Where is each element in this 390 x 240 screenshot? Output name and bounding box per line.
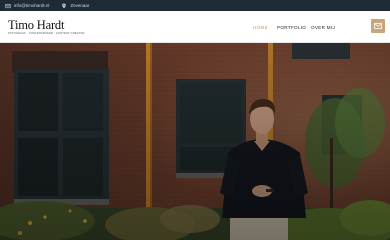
nav-item-over-mij[interactable]: OVER MIJ xyxy=(311,11,335,43)
topbar-email[interactable]: info@timohardt.nl xyxy=(5,3,49,9)
topbar-location: Zevenaar xyxy=(61,2,90,9)
nav-item-portfolio[interactable]: PORTFOLIO xyxy=(277,11,306,43)
top-info-bar: info@timohardt.nl Zevenaar xyxy=(0,0,390,11)
nav-home-label: HOME xyxy=(253,24,268,30)
contact-mail-button[interactable] xyxy=(371,19,385,33)
nav-portfolio-label: PORTFOLIO xyxy=(277,24,307,30)
logo-tagline: FOTOGRAAF · CONTENTMAKER · CONTENT CREAT… xyxy=(8,32,85,35)
map-pin-icon xyxy=(62,2,67,8)
nav-item-home[interactable]: HOME xyxy=(253,11,268,43)
hero-image xyxy=(0,43,390,240)
site-header: Timo Hardt FOTOGRAAF · CONTENTMAKER · CO… xyxy=(0,11,390,43)
topbar-email-text: info@timohardt.nl xyxy=(14,3,50,8)
site-logo[interactable]: Timo Hardt FOTOGRAAF · CONTENTMAKER · CO… xyxy=(8,19,85,35)
mail-icon xyxy=(5,3,11,8)
hero-photo-portrait xyxy=(0,43,390,240)
logo-name: Timo Hardt xyxy=(8,18,65,32)
nav-over-mij-label: OVER MIJ xyxy=(311,24,336,30)
topbar-location-text: Zevenaar xyxy=(70,3,90,8)
envelope-icon xyxy=(374,23,382,29)
